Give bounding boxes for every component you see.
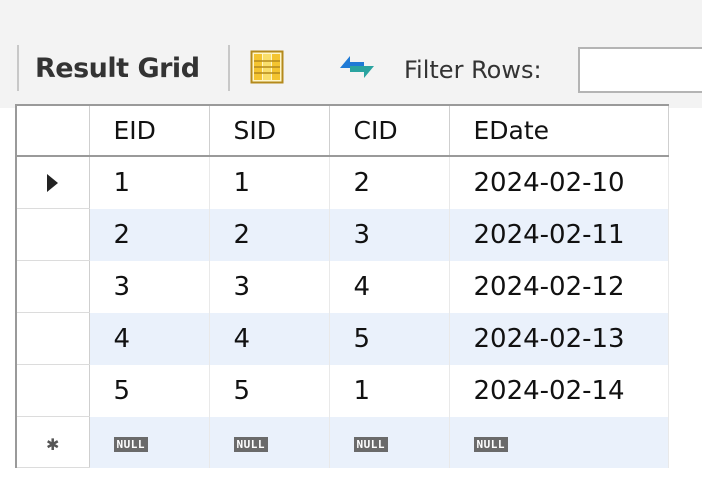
column-header-edate[interactable]: EDate: [448, 104, 669, 157]
filter-rows-input[interactable]: [578, 47, 702, 93]
grid-header-row: EID SID CID EDate: [15, 104, 669, 157]
toolbar-separator: [17, 45, 19, 91]
column-header-cid[interactable]: CID: [328, 104, 450, 157]
table-cell[interactable]: 4: [88, 312, 210, 365]
column-header-eid[interactable]: EID: [88, 104, 210, 157]
table-cell[interactable]: 2024-02-10: [448, 156, 669, 209]
table-cell[interactable]: NULL: [88, 416, 210, 468]
null-badge: NULL: [473, 436, 508, 452]
row-header[interactable]: [15, 208, 90, 261]
table-row[interactable]: 2 2 3 2024-02-11: [15, 208, 669, 261]
row-header[interactable]: [15, 260, 90, 313]
table-cell[interactable]: 2024-02-14: [448, 364, 669, 417]
table-cell[interactable]: 3: [328, 208, 450, 261]
row-header[interactable]: [15, 364, 90, 417]
null-badge: NULL: [113, 436, 148, 452]
table-cell[interactable]: 2024-02-13: [448, 312, 669, 365]
new-row[interactable]: ✱ NULL NULL NULL NULL: [15, 416, 669, 468]
table-cell[interactable]: 2: [208, 208, 330, 261]
table-cell[interactable]: 2: [328, 156, 450, 209]
row-header[interactable]: [15, 312, 90, 365]
table-cell[interactable]: 2024-02-11: [448, 208, 669, 261]
row-pointer-icon: [47, 174, 59, 192]
form-layout-icon[interactable]: [250, 50, 284, 84]
panel-top-strip: [0, 0, 702, 28]
table-row[interactable]: 4 4 5 2024-02-13: [15, 312, 669, 365]
table-row[interactable]: 5 5 1 2024-02-14: [15, 364, 669, 417]
column-header-sid[interactable]: SID: [208, 104, 330, 157]
toolbar-separator: [228, 45, 230, 91]
table-cell[interactable]: 1: [88, 156, 210, 209]
table-cell[interactable]: NULL: [208, 416, 330, 468]
table-cell[interactable]: 1: [328, 364, 450, 417]
table-cell[interactable]: 3: [208, 260, 330, 313]
new-row-asterisk-icon: ✱: [46, 435, 60, 454]
table-cell[interactable]: NULL: [328, 416, 450, 468]
row-header[interactable]: ✱: [15, 416, 90, 468]
grid-corner-cell[interactable]: [15, 104, 90, 157]
refresh-arrows-icon[interactable]: [334, 50, 380, 84]
table-cell[interactable]: 5: [88, 364, 210, 417]
table-row[interactable]: 1 1 2 2024-02-10: [15, 156, 669, 209]
table-row[interactable]: 3 3 4 2024-02-12: [15, 260, 669, 313]
table-cell[interactable]: 4: [328, 260, 450, 313]
result-grid-tab[interactable]: Result Grid: [35, 49, 200, 89]
result-grid-panel: Result Grid Filter Rows: EID SID CID EDa…: [0, 0, 702, 493]
table-cell[interactable]: 3: [88, 260, 210, 313]
table-cell[interactable]: 5: [208, 364, 330, 417]
null-badge: NULL: [353, 436, 388, 452]
table-cell[interactable]: 1: [208, 156, 330, 209]
table-cell[interactable]: 2024-02-12: [448, 260, 669, 313]
null-badge: NULL: [233, 436, 268, 452]
result-grid[interactable]: EID SID CID EDate 1 1 2 2024-02-10 2 2 3…: [15, 104, 669, 468]
table-cell[interactable]: NULL: [448, 416, 669, 468]
row-header[interactable]: [15, 156, 90, 209]
table-cell[interactable]: 5: [328, 312, 450, 365]
table-cell[interactable]: 4: [208, 312, 330, 365]
filter-rows-label: Filter Rows:: [404, 56, 542, 84]
table-cell[interactable]: 2: [88, 208, 210, 261]
